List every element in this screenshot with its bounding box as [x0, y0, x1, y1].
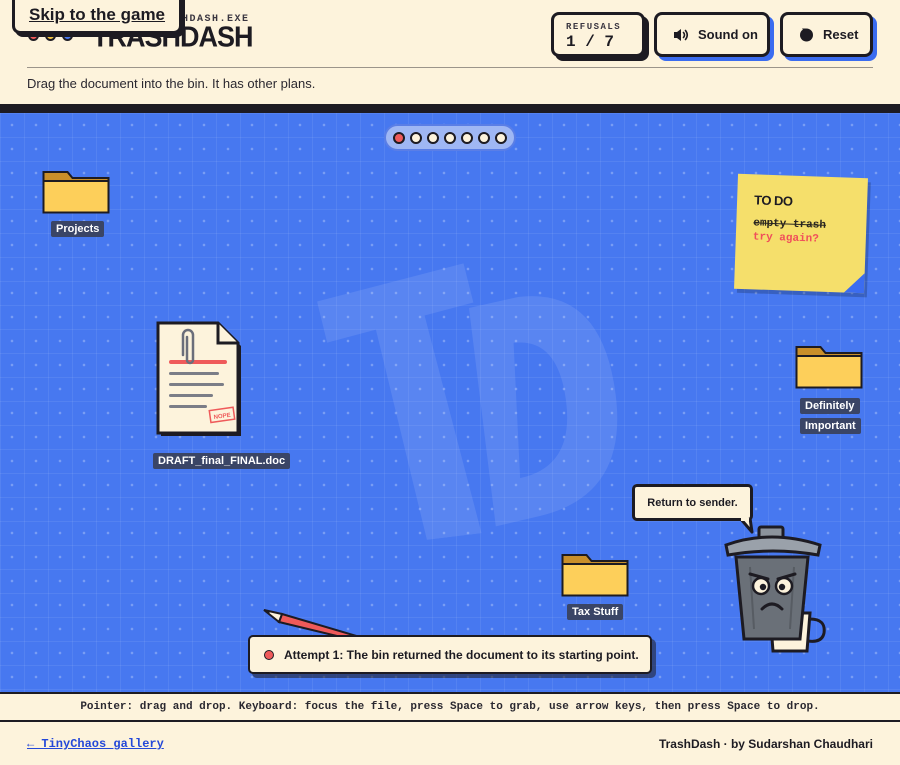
toast-text: Attempt 1: The bin returned the document… — [284, 647, 639, 662]
game-area: Projects Definitely Important Tax Stuff … — [0, 104, 900, 692]
folder-label-important: Important — [800, 418, 861, 434]
bin-speech-bubble: Return to sender. — [632, 484, 753, 521]
progress-dot — [427, 131, 439, 144]
document-file[interactable]: NOPE — [155, 320, 247, 442]
attempt-toast: Attempt 1: The bin returned the document… — [248, 635, 652, 674]
sticky-struck-item: empty trash — [753, 217, 827, 232]
td-watermark — [317, 263, 618, 540]
folder-icon[interactable] — [795, 343, 863, 389]
sticky-title: TO DO — [753, 192, 793, 209]
controls-hint: Pointer: drag and drop. Keyboard: focus … — [0, 692, 900, 722]
sticky-note: TO DO empty trash try again? — [734, 173, 868, 294]
gallery-link[interactable]: ← TinyChaos gallery — [27, 737, 164, 751]
folder-label-tax-stuff: Tax Stuff — [567, 604, 624, 620]
reset-icon — [800, 28, 813, 42]
reset-label: Reset — [823, 27, 859, 42]
folder-label-definitely: Definitely — [800, 398, 860, 414]
speaker-icon — [674, 28, 689, 41]
progress-dots — [384, 124, 516, 151]
refusals-label: REFUSALS — [566, 22, 622, 32]
reset-button[interactable]: Reset — [780, 12, 873, 57]
sticky-fold — [843, 272, 865, 294]
folder-icon[interactable] — [42, 168, 110, 214]
refusals-value: 1 / 7 — [566, 33, 615, 51]
credit-text: TrashDash · by Sudarshan Chaudhari — [658, 737, 873, 751]
folder-icon[interactable] — [561, 551, 629, 597]
trash-bin-character: 404 — [724, 525, 826, 653]
instruction-text: Drag the document into the bin. It has o… — [27, 76, 316, 91]
progress-dot — [478, 131, 490, 144]
refusals-counter: REFUSALS 1 / 7 — [551, 12, 645, 57]
document-label: DRAFT_final_FINAL.doc — [153, 453, 291, 469]
speech-text: Return to sender. — [647, 496, 738, 509]
progress-dot — [444, 131, 456, 144]
sound-toggle-button[interactable]: Sound on — [654, 12, 770, 57]
skip-to-game-link[interactable]: Skip to the game — [12, 0, 182, 34]
sticky-item: try again? — [752, 231, 820, 246]
progress-dot — [410, 131, 422, 144]
header-divider — [27, 67, 873, 68]
progress-dot — [393, 131, 405, 144]
folder-label-projects: Projects — [51, 221, 105, 237]
progress-dot — [461, 131, 473, 144]
toast-status-dot — [264, 649, 274, 660]
controls-hint-text: Pointer: drag and drop. Keyboard: focus … — [80, 701, 820, 713]
sound-label: Sound on — [698, 27, 758, 42]
progress-dot — [495, 131, 507, 144]
